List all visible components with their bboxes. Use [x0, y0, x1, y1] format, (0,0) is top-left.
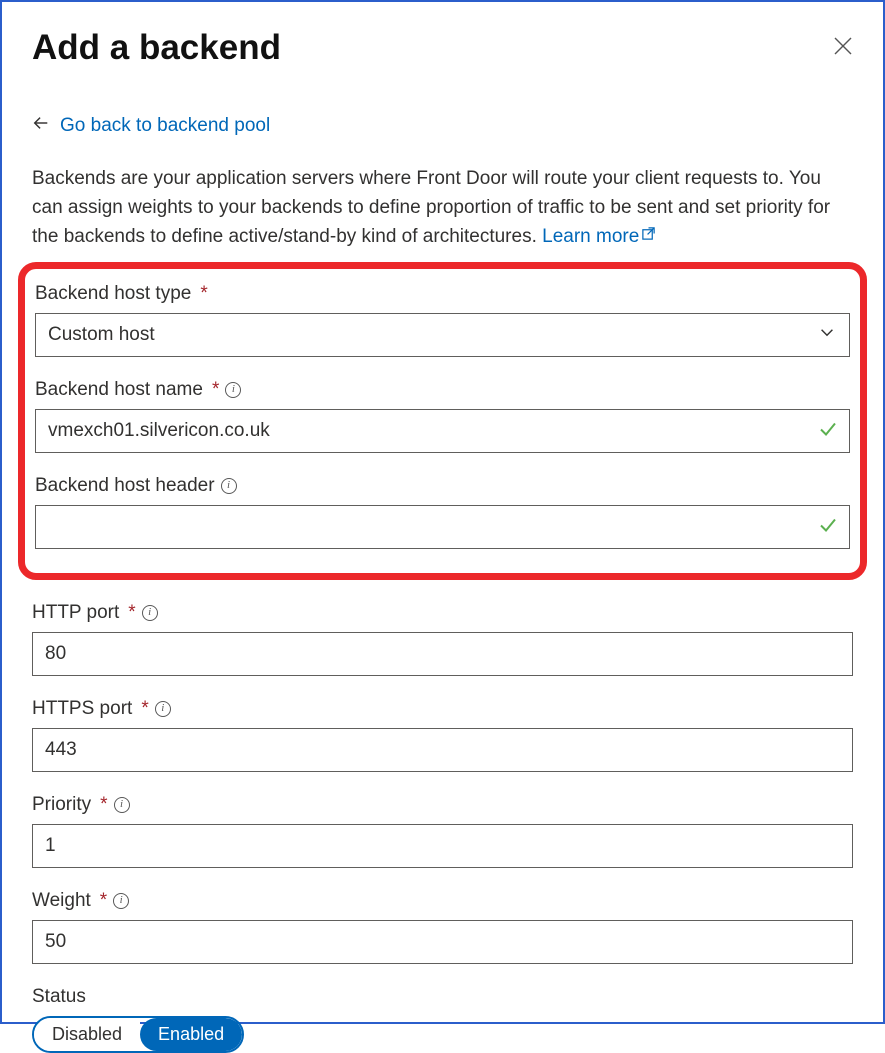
field-label-weight: Weight * i — [32, 890, 853, 912]
intro-body: Backends are your application servers wh… — [32, 168, 830, 247]
required-mark: * — [128, 602, 135, 624]
field-host-name: Backend host name * i — [35, 379, 850, 453]
external-link-icon — [641, 222, 656, 251]
field-host-type: Backend host type * Custom host — [35, 283, 850, 357]
label-text: Backend host type — [35, 283, 191, 305]
label-text: Priority — [32, 794, 91, 816]
field-label-host-header: Backend host header i — [35, 475, 850, 497]
intro-text: Backends are your application servers wh… — [32, 165, 853, 252]
info-icon[interactable]: i — [221, 478, 237, 494]
required-mark: * — [141, 698, 148, 720]
add-backend-panel: Add a backend Go back to backend pool Ba… — [0, 0, 885, 1024]
field-label-status: Status — [32, 986, 853, 1008]
field-label-host-type: Backend host type * — [35, 283, 850, 305]
status-toggle: Disabled Enabled — [32, 1016, 244, 1053]
host-name-input[interactable] — [35, 409, 850, 453]
field-https-port: HTTPS port * i — [32, 698, 853, 772]
required-mark: * — [200, 283, 207, 305]
arrow-left-icon — [32, 114, 50, 137]
host-type-select[interactable]: Custom host — [35, 313, 850, 357]
label-text: Weight — [32, 890, 91, 912]
field-label-https-port: HTTPS port * i — [32, 698, 853, 720]
host-type-value: Custom host — [35, 313, 850, 357]
close-button[interactable] — [833, 36, 853, 56]
learn-more-link[interactable]: Learn more — [542, 226, 639, 247]
info-icon[interactable]: i — [114, 797, 130, 813]
status-option-disabled[interactable]: Disabled — [34, 1018, 140, 1051]
weight-input[interactable] — [32, 920, 853, 964]
field-label-http-port: HTTP port * i — [32, 602, 853, 624]
panel-header: Add a backend — [32, 28, 853, 114]
close-icon — [833, 36, 853, 56]
required-mark: * — [212, 379, 219, 401]
info-icon[interactable]: i — [155, 701, 171, 717]
label-text: Status — [32, 986, 86, 1008]
back-link[interactable]: Go back to backend pool — [60, 115, 270, 137]
page-title: Add a backend — [32, 28, 281, 68]
host-header-input[interactable] — [35, 505, 850, 549]
status-option-enabled[interactable]: Enabled — [140, 1018, 242, 1051]
label-text: HTTPS port — [32, 698, 132, 720]
required-mark: * — [100, 794, 107, 816]
http-port-input[interactable] — [32, 632, 853, 676]
field-http-port: HTTP port * i — [32, 602, 853, 676]
label-text: Backend host header — [35, 475, 215, 497]
field-status: Status Disabled Enabled — [32, 986, 853, 1053]
required-mark: * — [100, 890, 107, 912]
field-label-host-name: Backend host name * i — [35, 379, 850, 401]
field-weight: Weight * i — [32, 890, 853, 964]
info-icon[interactable]: i — [225, 382, 241, 398]
highlighted-section: Backend host type * Custom host Backend … — [18, 262, 867, 580]
label-text: HTTP port — [32, 602, 119, 624]
back-row: Go back to backend pool — [32, 114, 853, 137]
field-label-priority: Priority * i — [32, 794, 853, 816]
priority-input[interactable] — [32, 824, 853, 868]
field-priority: Priority * i — [32, 794, 853, 868]
info-icon[interactable]: i — [113, 893, 129, 909]
info-icon[interactable]: i — [142, 605, 158, 621]
label-text: Backend host name — [35, 379, 203, 401]
field-host-header: Backend host header i — [35, 475, 850, 549]
https-port-input[interactable] — [32, 728, 853, 772]
